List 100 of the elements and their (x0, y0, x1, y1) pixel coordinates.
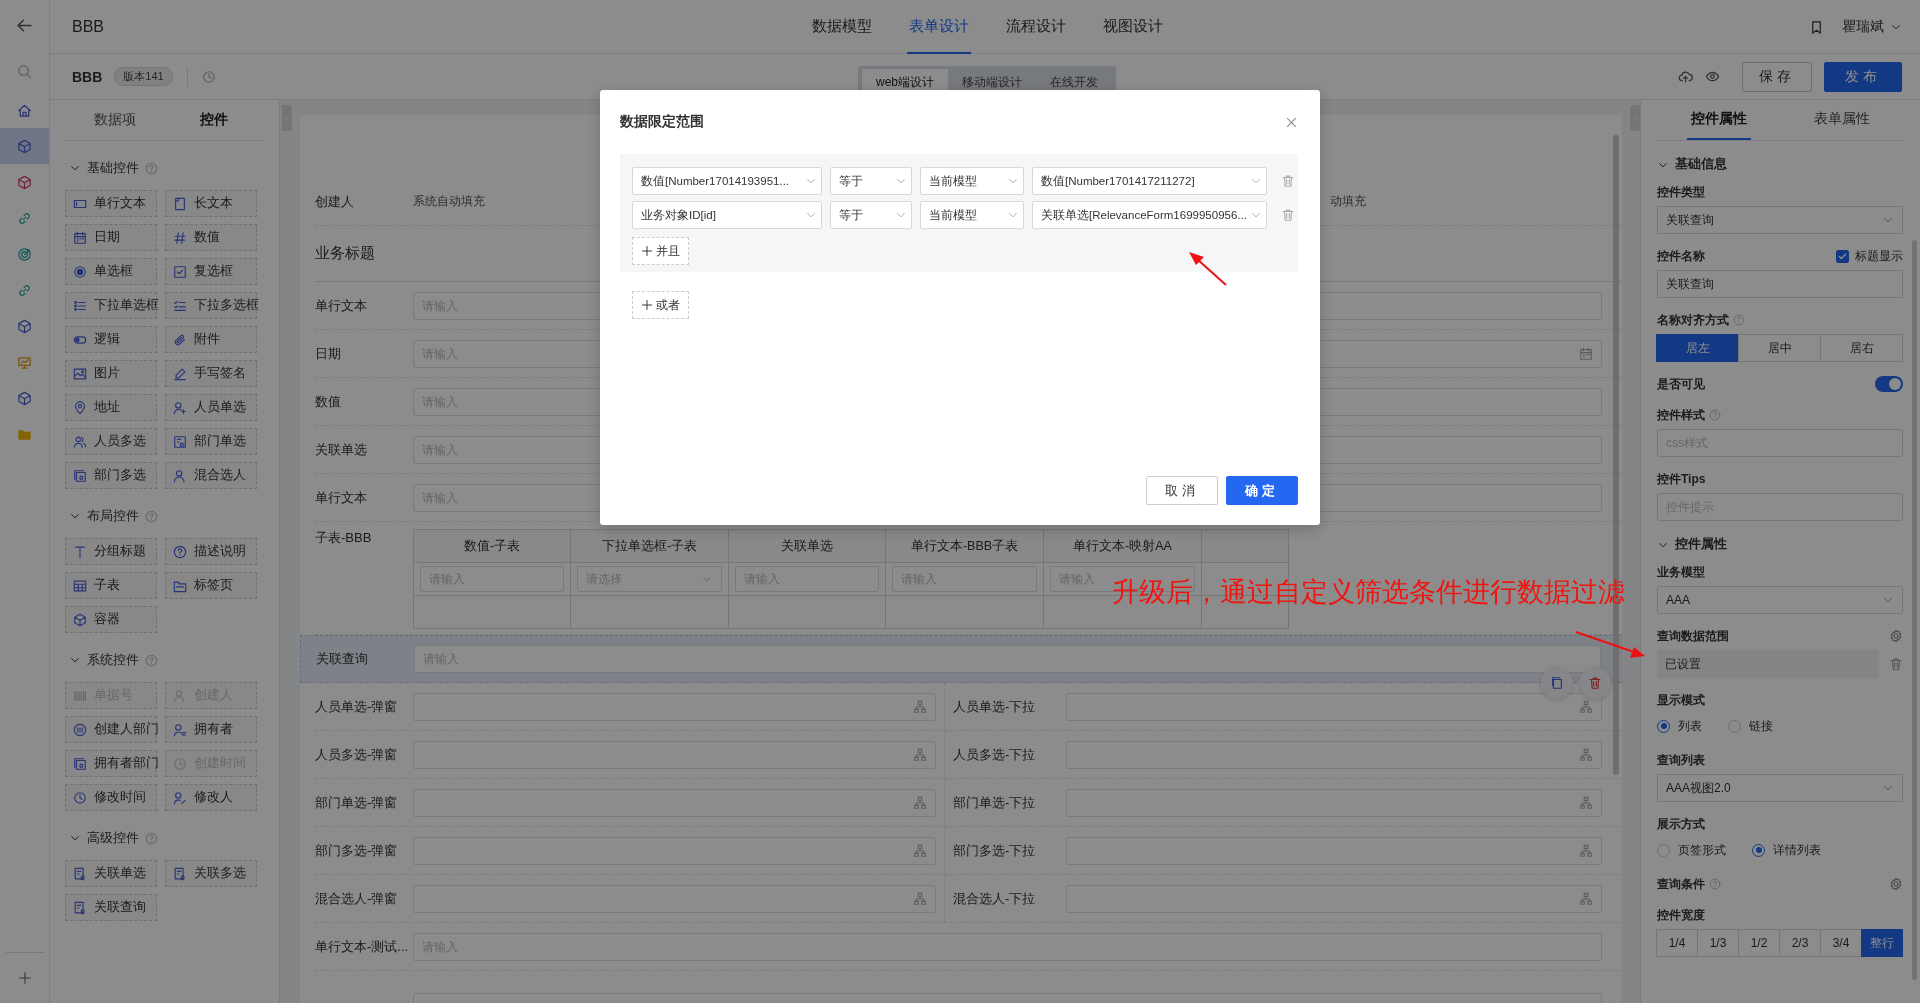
title-checkbox[interactable]: 标题显示 (1836, 247, 1903, 265)
palette-item[interactable]: 子表 (65, 572, 157, 599)
publish-button[interactable]: 发布 (1824, 61, 1902, 92)
dropdown[interactable]: 等于 (830, 201, 912, 229)
dropdown[interactable]: 当前模型 (920, 167, 1024, 195)
preview-icon[interactable] (1705, 69, 1720, 84)
save-button[interactable]: 保存 (1742, 61, 1812, 92)
palette-item[interactable]: 地址 (65, 394, 157, 421)
segment-option[interactable]: 1/4 (1656, 929, 1698, 957)
scrollbar[interactable] (1912, 240, 1917, 980)
panel-tab[interactable]: 数据项 (65, 100, 165, 140)
palette-item[interactable]: 单行文本 (65, 190, 157, 217)
palette-item[interactable]: 人员多选 (65, 428, 157, 455)
palette-item[interactable]: 关联单选 (65, 860, 157, 887)
palette-item[interactable]: 附件 (165, 326, 257, 353)
palette-item[interactable]: 拥有者部门 (65, 750, 157, 777)
dropdown[interactable]: 数值[Number1701417211272] (1032, 167, 1267, 195)
palette-item[interactable]: 手写签名 (165, 360, 257, 387)
nav-item[interactable] (0, 128, 49, 164)
palette-item[interactable]: 下拉单选框 (65, 292, 157, 319)
dropdown[interactable]: 当前模型 (920, 201, 1024, 229)
picker-field[interactable] (1066, 884, 1602, 913)
segment-option[interactable]: 居中 (1738, 334, 1821, 362)
palette-item[interactable]: 复选框 (165, 258, 257, 285)
input-field[interactable]: 关联查询 (1657, 270, 1903, 298)
palette-item[interactable]: 修改时间 (65, 784, 157, 811)
search-icon[interactable] (17, 63, 32, 79)
help-icon (1733, 314, 1745, 326)
trash-icon[interactable] (1281, 208, 1295, 222)
trash-icon[interactable] (1889, 657, 1903, 671)
dropdown[interactable]: 关联单选[RelevanceForm1699950956... (1032, 201, 1267, 229)
palette-item[interactable]: 关联多选 (165, 860, 257, 887)
bookmark-icon[interactable] (1809, 19, 1824, 35)
palette-item[interactable]: 数值 (165, 224, 257, 251)
select-field[interactable]: AAA (1657, 586, 1903, 614)
palette-item[interactable]: 关联查询 (65, 894, 157, 921)
segment-option[interactable]: 1/3 (1697, 929, 1739, 957)
palette-item[interactable]: 部门单选 (165, 428, 257, 455)
select-field[interactable]: AAA视图2.0 (1657, 774, 1903, 802)
dropdown[interactable]: 数值[Number17014193951... (632, 167, 822, 195)
panel-tab[interactable]: 表单属性 (1809, 100, 1874, 140)
palette-item[interactable]: 长文本 (165, 190, 257, 217)
dropdown[interactable]: 等于 (830, 167, 912, 195)
cancel-button[interactable]: 取消 (1146, 476, 1218, 505)
palette-item[interactable]: 逻辑 (65, 326, 157, 353)
toggle-switch[interactable] (1875, 376, 1903, 392)
palette-item[interactable]: 单选框 (65, 258, 157, 285)
dropdown[interactable]: 业务对象ID[id] (632, 201, 822, 229)
confirm-button[interactable]: 确定 (1226, 476, 1298, 505)
add-or-button[interactable]: 或者 (632, 291, 689, 319)
radio-option[interactable]: 页签形式 (1657, 841, 1726, 859)
trash-icon[interactable] (1281, 174, 1295, 188)
palette-item[interactable]: 标签页 (165, 572, 257, 599)
palette-item[interactable]: 分组标题 (65, 538, 157, 565)
settings-icon[interactable] (1889, 629, 1903, 643)
palette-item[interactable]: 混合选人 (165, 462, 257, 489)
palette-item[interactable]: 部门多选 (65, 462, 157, 489)
dialog-title: 数据限定范围 (620, 113, 704, 131)
palette-item[interactable]: 修改人 (165, 784, 257, 811)
picker-field[interactable] (1066, 788, 1602, 817)
segment-option[interactable]: 整行 (1861, 929, 1903, 957)
segment-option[interactable]: 居右 (1820, 334, 1903, 362)
palette-item[interactable]: 描述说明 (165, 538, 257, 565)
delete-button[interactable] (1579, 667, 1611, 699)
palette-item[interactable]: 容器 (65, 606, 157, 633)
radio-option[interactable]: 链接 (1728, 717, 1773, 735)
panel-tab[interactable]: 控件属性 (1686, 100, 1751, 140)
palette-item[interactable]: 人员单选 (165, 394, 257, 421)
picker-field[interactable] (1066, 692, 1602, 721)
palette-item[interactable]: 图片 (65, 360, 157, 387)
add-icon[interactable] (17, 971, 32, 985)
palette-item[interactable]: 拥有者 (165, 716, 257, 743)
cloud-upload-icon[interactable] (1678, 69, 1693, 84)
palette-item[interactable]: 创建人部门 (65, 716, 157, 743)
picker-field[interactable] (1066, 740, 1602, 769)
picker-field[interactable] (413, 884, 936, 913)
tab[interactable]: 数据模型 (809, 0, 874, 54)
settings-icon[interactable] (1889, 877, 1903, 891)
tab[interactable]: 视图设计 (1100, 0, 1165, 54)
segment-option[interactable]: 1/2 (1738, 929, 1780, 957)
radio-option[interactable]: 列表 (1657, 717, 1702, 735)
picker-field[interactable] (413, 836, 936, 865)
panel-tab[interactable]: 控件 (164, 100, 264, 140)
picker-field[interactable] (1066, 836, 1602, 865)
add-and-button[interactable]: 并且 (632, 237, 689, 265)
select-field[interactable]: 关联查询 (1657, 206, 1903, 234)
palette-item[interactable]: 日期 (65, 224, 157, 251)
palette-item[interactable]: 下拉多选框 (165, 292, 257, 319)
picker-field[interactable] (413, 788, 936, 817)
tab[interactable]: 流程设计 (1003, 0, 1068, 54)
segment-option[interactable]: 居左 (1656, 334, 1739, 362)
user-menu[interactable]: 瞿瑞斌 (1842, 18, 1902, 36)
segment-option[interactable]: 2/3 (1779, 929, 1821, 957)
back-icon[interactable] (16, 16, 33, 34)
radio-option[interactable]: 详情列表 (1752, 841, 1821, 859)
picker-field[interactable] (413, 740, 936, 769)
close-icon[interactable] (1285, 115, 1298, 129)
field-label: 人员单选-弹窗 (315, 697, 399, 716)
history-icon[interactable] (201, 69, 216, 84)
picker-field[interactable] (413, 692, 936, 721)
